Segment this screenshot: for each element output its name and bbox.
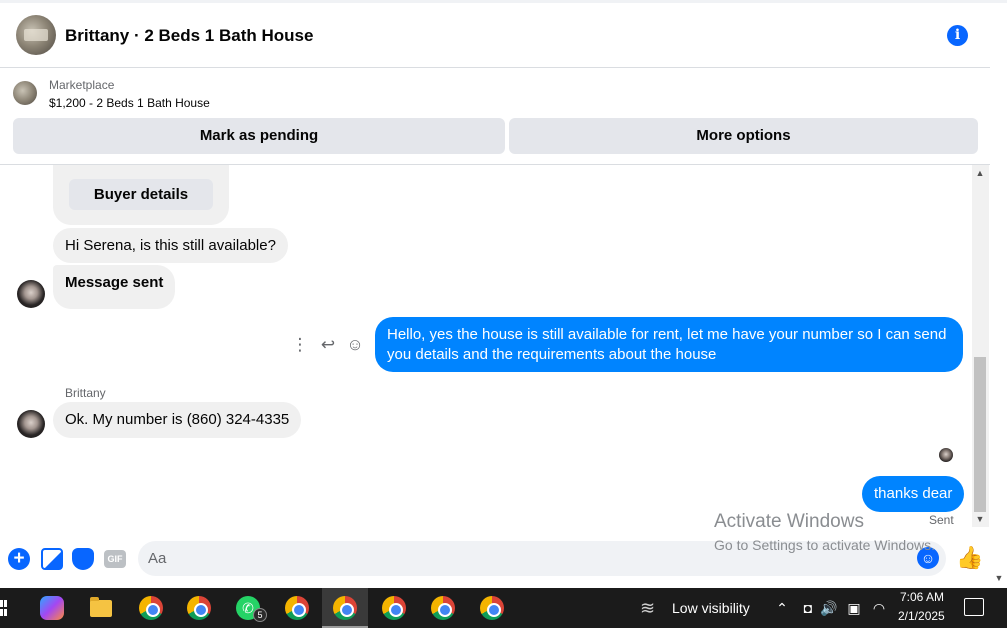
marketplace-panel: Marketplace $1,200 - 2 Beds 1 Bath House… [0, 68, 990, 165]
more-vertical-icon[interactable]: ⋮ [290, 333, 310, 357]
wifi-icon[interactable]: ◠ [870, 598, 888, 618]
taskbar-chrome-3[interactable] [274, 588, 320, 628]
more-options-button[interactable]: More options [509, 118, 978, 154]
chat-window: Brittany · 2 Beds 1 Bath House i Marketp… [0, 0, 1007, 588]
chrome-icon [139, 596, 163, 620]
message-list[interactable]: Buyer details Hi Serena, is this still a… [0, 165, 972, 535]
notification-icon[interactable] [964, 598, 984, 616]
battery-icon[interactable]: ▣ [845, 598, 863, 618]
taskbar-chrome-2[interactable] [176, 588, 222, 628]
weather-status[interactable]: Low visibility [672, 600, 750, 616]
message-status: Sent [929, 513, 954, 527]
taskbar-whatsapp[interactable]: ✆ 5 [225, 588, 271, 628]
chrome-icon [187, 596, 211, 620]
marketplace-label: Marketplace [49, 78, 115, 92]
message-bubble-incoming[interactable]: Hi Serena, is this still available? [53, 228, 288, 263]
volume-icon[interactable]: 🔊 [820, 598, 838, 618]
file-explorer-icon[interactable] [90, 597, 112, 617]
listing-thumbnail[interactable] [13, 81, 37, 105]
start-icon[interactable] [0, 600, 8, 616]
photo-icon[interactable] [41, 548, 63, 570]
listing-card-bubble: Buyer details [53, 165, 229, 225]
taskbar-chrome-1[interactable] [128, 588, 174, 628]
emoji-icon[interactable]: ☺ [917, 547, 939, 569]
message-actions: ⋮ ↩ ☺ [290, 333, 370, 357]
whatsapp-badge: 5 [253, 608, 267, 622]
chat-header: Brittany · 2 Beds 1 Bath House i [0, 3, 990, 68]
page-scroll-down-icon[interactable]: ▼ [993, 573, 1005, 585]
gif-icon[interactable]: GIF [104, 550, 126, 568]
contact-avatar[interactable] [17, 410, 45, 438]
sticker-icon[interactable] [72, 548, 94, 570]
chrome-icon [285, 596, 309, 620]
seen-avatar [939, 448, 953, 462]
scrollbar-thumb[interactable] [974, 357, 986, 512]
taskbar-chrome-active[interactable] [322, 588, 368, 628]
react-icon[interactable]: ☺ [345, 333, 365, 357]
fog-icon[interactable]: ≋ [640, 598, 664, 618]
taskbar-chrome-6[interactable] [420, 588, 466, 628]
message-bubble-outgoing[interactable]: Hello, yes the house is still available … [375, 317, 963, 372]
message-bubble-outgoing[interactable]: thanks dear [862, 476, 965, 512]
copilot-icon[interactable] [40, 596, 64, 620]
chat-title[interactable]: Brittany · 2 Beds 1 Bath House [65, 26, 313, 46]
like-icon[interactable]: 👍 [956, 545, 983, 571]
sender-name: Brittany [65, 386, 106, 400]
chrome-icon [480, 596, 504, 620]
message-bubble-incoming[interactable]: Message sent [53, 265, 176, 309]
listing-avatar[interactable] [16, 15, 56, 55]
buyer-details-button[interactable]: Buyer details [69, 179, 213, 210]
contact-avatar[interactable] [17, 280, 45, 308]
camera-icon[interactable]: ◘ [799, 598, 817, 618]
clock-date[interactable]: 2/1/2025 [898, 609, 945, 623]
chrome-icon [382, 596, 406, 620]
clock-time[interactable]: 7:06 AM [900, 590, 944, 604]
chrome-icon [431, 596, 455, 620]
message-composer: + GIF ☺ 👍 [0, 535, 990, 583]
taskbar-chrome-5[interactable] [371, 588, 417, 628]
taskbar-chrome-7[interactable] [469, 588, 515, 628]
message-input[interactable] [138, 541, 946, 576]
listing-title[interactable]: $1,200 - 2 Beds 1 Bath House [49, 96, 210, 110]
info-icon[interactable]: i [947, 25, 968, 46]
message-bubble-incoming[interactable]: Ok. My number is (860) 324-4335 [53, 402, 302, 438]
chrome-icon [333, 596, 357, 620]
scroll-down-icon[interactable]: ▼ [974, 514, 986, 526]
scroll-up-icon[interactable]: ▲ [974, 168, 986, 180]
mark-as-pending-button[interactable]: Mark as pending [13, 118, 505, 154]
reply-icon[interactable]: ↩ [318, 333, 338, 357]
plus-icon[interactable]: + [8, 548, 30, 570]
chevron-up-icon[interactable]: ⌃ [773, 598, 791, 618]
